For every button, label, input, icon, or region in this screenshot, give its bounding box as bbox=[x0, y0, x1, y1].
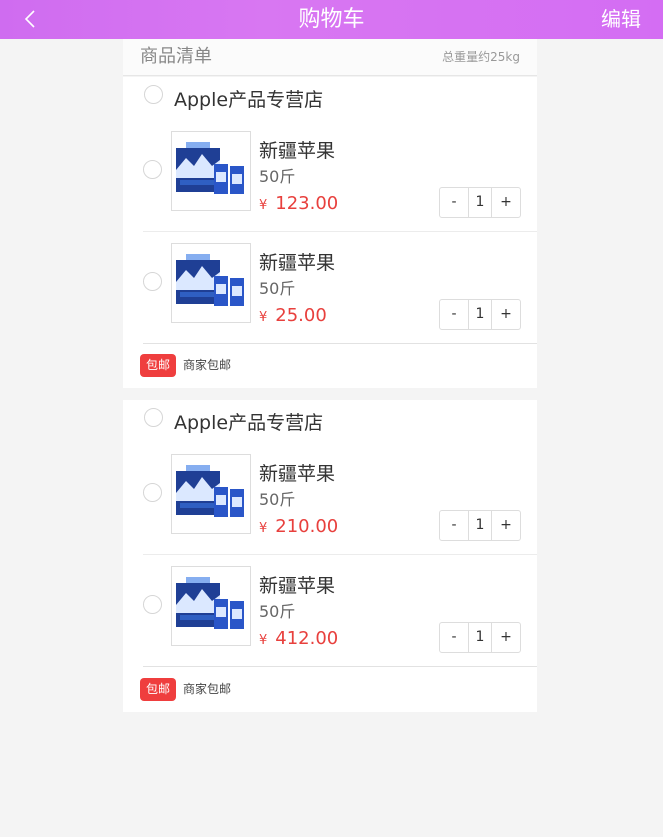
shop-select-radio[interactable] bbox=[144, 85, 163, 104]
free-shipping-badge: 包邮 bbox=[140, 354, 176, 377]
header-bar: 购物车 编辑 bbox=[0, 0, 663, 39]
product-image[interactable] bbox=[171, 454, 251, 534]
item-select-radio[interactable] bbox=[143, 160, 162, 179]
price-value: 123.00 bbox=[275, 193, 339, 214]
product-name: 新疆苹果 bbox=[259, 575, 336, 597]
free-shipping-badge: 包邮 bbox=[140, 678, 176, 701]
quantity-value[interactable]: 1 bbox=[468, 300, 492, 329]
currency-symbol: ¥ bbox=[259, 521, 268, 536]
increase-button[interactable]: + bbox=[492, 511, 520, 540]
product-spec: 50斤 bbox=[259, 167, 296, 186]
currency-symbol: ¥ bbox=[259, 198, 268, 213]
cart-item: 新疆苹果 50斤 ¥210.00 - 1 + bbox=[143, 443, 537, 555]
item-select-radio[interactable] bbox=[143, 272, 162, 291]
cart-summary: 商品清单 总重量约25kg bbox=[123, 39, 537, 76]
decrease-button[interactable]: - bbox=[440, 300, 468, 329]
quantity-value[interactable]: 1 bbox=[468, 623, 492, 652]
shop-footer: 包邮 商家包邮 bbox=[123, 667, 537, 712]
shipping-text: 商家包邮 bbox=[183, 682, 232, 696]
item-list-label: 商品清单 bbox=[140, 46, 212, 67]
price-value: 210.00 bbox=[275, 516, 339, 537]
item-select-radio[interactable] bbox=[143, 483, 162, 502]
quantity-stepper: - 1 + bbox=[439, 622, 521, 653]
currency-symbol: ¥ bbox=[259, 310, 268, 325]
product-name: 新疆苹果 bbox=[259, 140, 336, 162]
increase-button[interactable]: + bbox=[492, 300, 520, 329]
price-value: 25.00 bbox=[275, 305, 327, 326]
product-price: ¥123.00 bbox=[259, 193, 338, 214]
quantity-stepper: - 1 + bbox=[439, 187, 521, 218]
product-spec: 50斤 bbox=[259, 602, 296, 621]
shop-header: Apple产品专营店 bbox=[123, 77, 537, 122]
product-name: 新疆苹果 bbox=[259, 252, 336, 274]
quantity-value[interactable]: 1 bbox=[468, 511, 492, 540]
quantity-value[interactable]: 1 bbox=[468, 188, 492, 217]
product-spec: 50斤 bbox=[259, 490, 296, 509]
product-price: ¥25.00 bbox=[259, 305, 327, 326]
product-price: ¥412.00 bbox=[259, 628, 338, 649]
increase-button[interactable]: + bbox=[492, 623, 520, 652]
total-weight: 总重量约25kg bbox=[442, 50, 520, 64]
price-value: 412.00 bbox=[275, 628, 339, 649]
cart-item: 新疆苹果 50斤 ¥25.00 - 1 + bbox=[143, 232, 537, 344]
decrease-button[interactable]: - bbox=[440, 188, 468, 217]
shop-card: Apple产品专营店 新疆苹果 50斤 ¥123.00 - 1 + 新疆苹果 5… bbox=[123, 77, 537, 388]
shop-name: Apple产品专营店 bbox=[174, 89, 324, 111]
increase-button[interactable]: + bbox=[492, 188, 520, 217]
shop-footer: 包邮 商家包邮 bbox=[123, 343, 537, 388]
edit-button[interactable]: 编辑 bbox=[601, 0, 641, 39]
product-name: 新疆苹果 bbox=[259, 463, 336, 485]
shop-card: Apple产品专营店 新疆苹果 50斤 ¥210.00 - 1 + 新疆苹果 5… bbox=[123, 400, 537, 712]
product-price: ¥210.00 bbox=[259, 516, 338, 537]
product-image[interactable] bbox=[171, 131, 251, 211]
shop-header: Apple产品专营店 bbox=[123, 400, 537, 445]
page-title: 购物车 bbox=[298, 7, 365, 32]
decrease-button[interactable]: - bbox=[440, 511, 468, 540]
product-image[interactable] bbox=[171, 566, 251, 646]
cart-item: 新疆苹果 50斤 ¥412.00 - 1 + bbox=[143, 555, 537, 667]
cart-item: 新疆苹果 50斤 ¥123.00 - 1 + bbox=[143, 120, 537, 232]
product-spec: 50斤 bbox=[259, 279, 296, 298]
decrease-button[interactable]: - bbox=[440, 623, 468, 652]
shop-name: Apple产品专营店 bbox=[174, 412, 324, 434]
product-image[interactable] bbox=[171, 243, 251, 323]
quantity-stepper: - 1 + bbox=[439, 299, 521, 330]
currency-symbol: ¥ bbox=[259, 633, 268, 648]
quantity-stepper: - 1 + bbox=[439, 510, 521, 541]
shipping-text: 商家包邮 bbox=[183, 358, 232, 372]
shop-select-radio[interactable] bbox=[144, 408, 163, 427]
item-select-radio[interactable] bbox=[143, 595, 162, 614]
